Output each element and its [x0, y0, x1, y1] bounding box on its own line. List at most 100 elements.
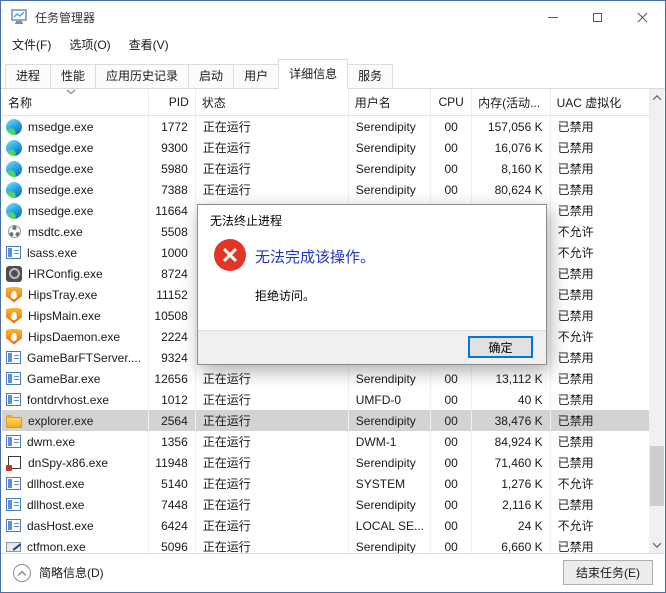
- cell-text: dllhost.exe: [27, 476, 85, 491]
- process-row[interactable]: msedge.exe 7388 正在运行 Serendipity 00 80,624 K 已…: [2, 179, 650, 200]
- minimize-button[interactable]: [530, 1, 575, 33]
- tab-bar: 进程 性能 应用历史记录 启动 用户 详细信息 服务: [1, 57, 665, 89]
- cell-text: 00: [444, 371, 458, 386]
- maximize-button[interactable]: [575, 1, 620, 33]
- vertical-scrollbar[interactable]: [650, 89, 664, 553]
- cell-text: 已禁用: [557, 456, 594, 470]
- dialog-footer: 确定: [198, 330, 546, 364]
- cell-text: dasHost.exe: [27, 518, 94, 533]
- cell-uac: 已禁用: [551, 284, 650, 305]
- cell-text: 157,056 K: [487, 119, 543, 134]
- column-header-status[interactable]: 状态: [196, 89, 349, 115]
- cell-text: Serendipity: [355, 182, 416, 197]
- process-row[interactable]: msedge.exe 5980 正在运行 Serendipity 00 8,160 K 已禁…: [2, 158, 650, 179]
- cell-user: Serendipity: [349, 137, 432, 158]
- cell-text: ctfmon.exe: [27, 539, 86, 554]
- cell-text: HipsTray.exe: [28, 287, 98, 302]
- cell-text: msedge.exe: [28, 182, 94, 197]
- cell-text: 正在运行: [202, 120, 251, 134]
- cell-text: 11152: [156, 287, 188, 302]
- cell-name: HipsTray.exe: [2, 284, 150, 305]
- cell-text: 正在运行: [202, 183, 251, 197]
- end-task-button[interactable]: 结束任务(E): [563, 560, 653, 585]
- cell-pid: 5980: [149, 158, 196, 179]
- cell-name: HipsDaemon.exe: [2, 326, 150, 347]
- process-row[interactable]: dllhost.exe 7448 正在运行 Serendipity 00 2,116 K 已…: [2, 494, 650, 515]
- cell-text: 10508: [154, 308, 188, 323]
- cell-uac: 已禁用: [551, 137, 650, 158]
- column-header-cpu[interactable]: CPU: [431, 89, 473, 115]
- tab-app-history[interactable]: 应用历史记录: [95, 64, 190, 88]
- cell-cpu: 00: [431, 536, 473, 553]
- cell-pid: 1000: [149, 242, 196, 263]
- cell-mem: 157,056 K: [472, 116, 551, 137]
- cell-text: Serendipity: [355, 497, 416, 512]
- process-row[interactable]: GameBar.exe 12656 正在运行 Serendipity 00 13,112 …: [2, 368, 650, 389]
- scroll-up-button[interactable]: [650, 89, 664, 106]
- tab-startup[interactable]: 启动: [188, 64, 235, 88]
- edge-icon: [6, 139, 22, 156]
- cell-text: 1000: [161, 245, 188, 260]
- cell-user: UMFD-0: [349, 389, 432, 410]
- close-button[interactable]: [620, 1, 665, 33]
- cell-uac: 已禁用: [551, 494, 650, 515]
- scrollbar-thumb[interactable]: [650, 446, 664, 506]
- cell-text: 2564: [161, 413, 188, 428]
- cell-text: msedge.exe: [28, 161, 94, 176]
- cell-text: 不允许: [557, 330, 594, 344]
- cell-text: 不允许: [557, 246, 594, 260]
- cell-text: Serendipity: [355, 371, 416, 386]
- cell-name: dllhost.exe: [2, 473, 150, 494]
- cell-text: 8724: [161, 266, 188, 281]
- cell-text: 00: [444, 119, 458, 134]
- fewer-details-toggle[interactable]: 简略信息(D): [13, 563, 104, 582]
- cell-uac: 不允许: [551, 221, 650, 242]
- process-row[interactable]: dllhost.exe 5140 正在运行 SYSTEM 00 1,276 K 不允许: [2, 473, 650, 494]
- process-row[interactable]: msedge.exe 1772 正在运行 Serendipity 00 157,056 K…: [2, 116, 650, 137]
- cell-text: Serendipity: [355, 539, 416, 554]
- column-header-mem[interactable]: 内存(活动...: [472, 89, 551, 115]
- process-row[interactable]: fontdrvhost.exe 1012 正在运行 UMFD-0 00 40 K 已禁用: [2, 389, 650, 410]
- dialog-message: 无法完成该操作。: [255, 249, 376, 266]
- cell-text: Serendipity: [355, 455, 416, 470]
- tab-users[interactable]: 用户: [233, 64, 280, 88]
- process-row[interactable]: msedge.exe 9300 正在运行 Serendipity 00 16,076 K 已…: [2, 137, 650, 158]
- tab-services[interactable]: 服务: [347, 64, 394, 88]
- menu-item-file[interactable]: 文件(F): [3, 33, 60, 57]
- process-row[interactable]: explorer.exe 2564 正在运行 Serendipity 00 38,476 …: [2, 410, 650, 431]
- menu-item-options[interactable]: 选项(O): [60, 33, 119, 57]
- cell-text: 正在运行: [202, 477, 251, 491]
- cell-cpu: 00: [431, 410, 473, 431]
- cell-status: 正在运行: [196, 536, 349, 553]
- column-header-pid[interactable]: PID: [149, 89, 196, 115]
- tab-processes[interactable]: 进程: [5, 64, 52, 88]
- process-row[interactable]: ctfmon.exe 5096 正在运行 Serendipity 00 6,660 K 已禁…: [2, 536, 650, 553]
- cell-uac: 已禁用: [551, 347, 650, 368]
- cell-user: LOCAL SE...: [349, 515, 432, 536]
- column-header-user[interactable]: 用户名: [349, 89, 432, 115]
- tab-performance[interactable]: 性能: [50, 64, 97, 88]
- process-row[interactable]: dwm.exe 1356 正在运行 DWM-1 00 84,924 K 已禁用: [2, 431, 650, 452]
- process-row[interactable]: dasHost.exe 6424 正在运行 LOCAL SE... 00 24 K 不允许: [2, 515, 650, 536]
- cell-text: 00: [444, 497, 458, 512]
- cell-mem: 6,660 K: [472, 536, 551, 553]
- cell-text: 不允许: [557, 225, 594, 239]
- ok-button[interactable]: 确定: [468, 336, 533, 358]
- table-header: 名称 PID 状态 用户名 CPU 内存(活动... UAC 虚拟化: [2, 89, 650, 116]
- cell-text: 已禁用: [557, 141, 594, 155]
- column-header-uac[interactable]: UAC 虚拟化: [551, 89, 650, 115]
- network-icon: [7, 225, 21, 238]
- cell-text: 不允许: [557, 477, 594, 491]
- gear-icon: [6, 265, 22, 282]
- tab-details[interactable]: 详细信息: [278, 59, 349, 89]
- cell-user: Serendipity: [349, 158, 432, 179]
- cell-text: UMFD-0: [355, 392, 402, 407]
- process-row[interactable]: dnSpy-x86.exe 11948 正在运行 Serendipity 00 71,46…: [2, 452, 650, 473]
- cell-uac: 已禁用: [551, 263, 650, 284]
- menu-item-view[interactable]: 查看(V): [120, 33, 178, 57]
- keyboard-icon: [6, 541, 21, 552]
- cell-text: 16,076 K: [494, 140, 543, 155]
- cell-text: GameBar.exe: [27, 371, 101, 386]
- column-header-name[interactable]: 名称: [2, 89, 150, 115]
- scroll-down-button[interactable]: [650, 536, 664, 553]
